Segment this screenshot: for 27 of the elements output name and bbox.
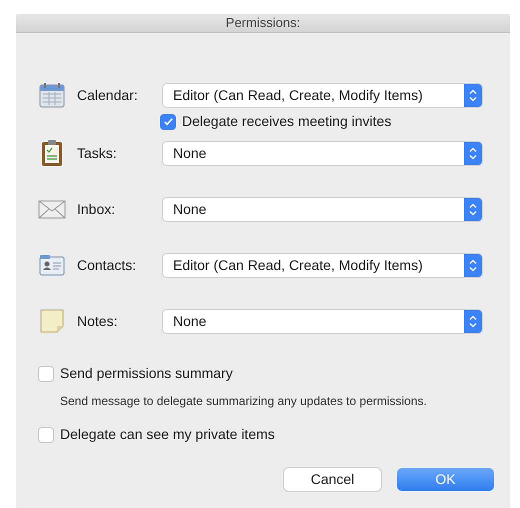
checkbox[interactable] <box>38 366 54 382</box>
cancel-button[interactable]: Cancel <box>284 468 381 491</box>
folder-label: Calendar: <box>77 86 139 104</box>
stepper-icon <box>464 84 482 106</box>
stepper-icon <box>464 310 482 332</box>
checkbox-label: Delegate can see my private items <box>60 425 275 444</box>
permission-select[interactable]: None <box>163 310 482 332</box>
checkbox[interactable] <box>38 426 54 442</box>
checkbox[interactable] <box>160 114 176 130</box>
stepper-icon <box>464 254 482 276</box>
folder-label: Inbox: <box>77 200 116 218</box>
permission-select[interactable]: Editor (Can Read, Create, Modify Items) <box>163 254 482 276</box>
stepper-icon <box>464 198 482 220</box>
note-icon <box>38 307 66 335</box>
checkbox-label: Delegate receives meeting invites <box>182 112 392 131</box>
permission-select[interactable]: None <box>163 198 482 220</box>
calendar-icon <box>38 81 66 109</box>
folder-label: Contacts: <box>77 256 138 274</box>
stepper-icon <box>464 142 482 164</box>
window-title: Permissions: <box>226 14 300 32</box>
checkbox-label: Send permissions summary <box>60 364 233 383</box>
permission-select[interactable]: Editor (Can Read, Create, Modify Items) <box>163 84 482 106</box>
permission-select[interactable]: None <box>163 142 482 164</box>
option-description: Send message to delegate summarizing any updates to permissions. <box>60 393 428 410</box>
checkmark-icon <box>162 116 174 127</box>
folder-label: Tasks: <box>77 144 118 162</box>
folder-label: Notes: <box>77 312 118 330</box>
